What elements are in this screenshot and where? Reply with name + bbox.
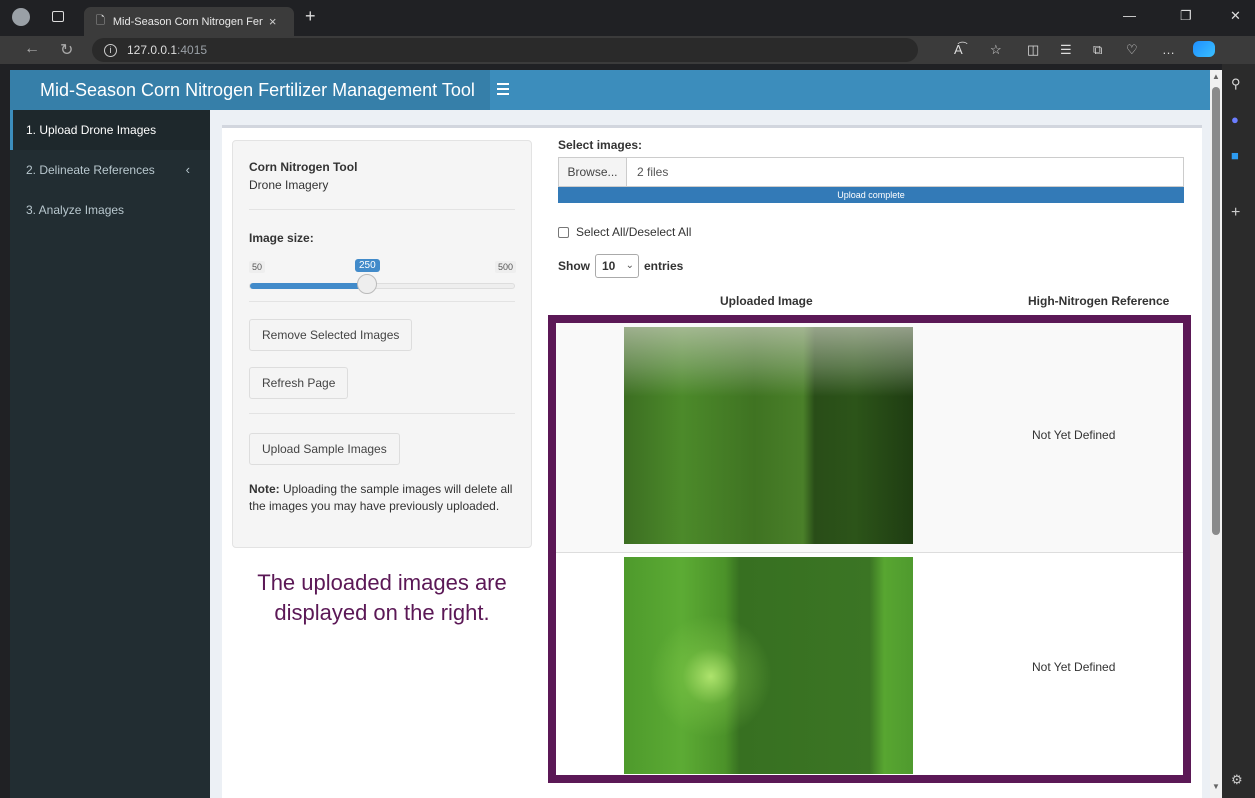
slider-handle[interactable] [357, 274, 378, 294]
browser-tab[interactable]: 🗋 Mid-Season Corn Nitrogen Fertili × [84, 7, 294, 36]
scroll-down-icon[interactable]: ▼ [1212, 782, 1220, 791]
scroll-up-icon[interactable]: ▲ [1212, 72, 1220, 81]
more-menu-icon[interactable]: … [1162, 42, 1175, 57]
uploaded-drone-image[interactable] [624, 327, 913, 544]
upload-sample-images-button[interactable]: Upload Sample Images [249, 433, 400, 465]
show-label: Show [558, 259, 590, 273]
chevron-down-icon: ⌄ [625, 260, 634, 271]
table-row[interactable]: Not Yet Defined [556, 553, 1183, 783]
tab-title: Mid-Season Corn Nitrogen Fertili [112, 15, 263, 28]
copilot-side-icon[interactable]: ● [1231, 112, 1239, 127]
settings-gear-icon[interactable]: ⚙ [1231, 772, 1243, 788]
slider-fill [250, 283, 369, 289]
upload-progress-bar: Upload complete [558, 187, 1184, 203]
panel-subtitle: Drone Imagery [249, 178, 329, 192]
app-title[interactable]: Mid-Season Corn Nitrogen Fertilizer Mana… [10, 70, 490, 110]
reload-icon[interactable]: ↻ [60, 40, 73, 60]
entries-label: entries [644, 259, 684, 273]
refresh-page-button[interactable]: Refresh Page [249, 367, 349, 399]
app-header: Mid-Season Corn Nitrogen Fertilizer Mana… [10, 70, 1210, 110]
health-icon[interactable]: ♡ [1126, 42, 1138, 58]
scrollbar-thumb[interactable] [1212, 87, 1220, 535]
table-row[interactable]: Not Yet Defined [556, 323, 1183, 552]
browser-tab-bar: 🗋 Mid-Season Corn Nitrogen Fertili × + —… [0, 0, 1255, 36]
slider-min-label: 50 [249, 261, 266, 273]
collections-icon[interactable]: ⧉ [1093, 42, 1102, 58]
file-input[interactable]: Browse... 2 files [558, 157, 1184, 187]
outlook-icon[interactable]: ■ [1231, 148, 1239, 163]
slider-max-label: 500 [495, 261, 517, 273]
column-header-uploaded-image[interactable]: Uploaded Image [720, 294, 813, 308]
site-info-icon[interactable]: i [104, 43, 117, 57]
highlighted-image-table: Not Yet Defined Not Yet Defined [548, 315, 1191, 783]
chevron-left-icon: ‹ [185, 162, 190, 177]
image-size-label: Image size: [249, 231, 314, 245]
sidebar-item-label: 3. Analyze Images [26, 203, 125, 217]
reference-status: Not Yet Defined [1032, 660, 1116, 674]
split-screen-icon[interactable]: ◫ [1027, 42, 1039, 58]
minimize-button[interactable]: — [1123, 8, 1136, 23]
browser-toolbar: ← ↻ i 127.0.0.1:4015 A͡ ☆ ◫ ☰ ⧉ ♡ … [0, 36, 1255, 64]
sidebar-item-delineate-references[interactable]: 2. Delineate References ‹ [10, 150, 210, 190]
edge-side-panel: ⚲ ● ■ + ⚙ [1222, 64, 1255, 798]
back-arrow-icon[interactable]: ← [24, 40, 40, 58]
select-all-label: Select All/Deselect All [576, 225, 692, 239]
note-text: Note: Uploading the sample images will d… [249, 481, 515, 515]
page-scrollbar[interactable]: ▲ ▼ [1210, 70, 1222, 798]
annotation-caption: The uploaded images are displayed on the… [257, 570, 507, 625]
image-table-panel: Select images: Browse... 2 files Upload … [548, 128, 1198, 798]
entries-select[interactable]: 10 ⌄ [595, 254, 639, 278]
url-host: 127.0.0.1 [127, 43, 178, 57]
entries-length-control: Show 10 ⌄ entries [558, 254, 683, 278]
sidebar-item-label: 1. Upload Drone Images [26, 123, 157, 137]
note-label: Note: [249, 482, 280, 496]
control-panel: Corn Nitrogen Tool Drone Imagery Image s… [232, 140, 532, 548]
sidebar-toggle-icon[interactable] [497, 80, 515, 98]
uploaded-drone-image[interactable] [624, 557, 913, 774]
close-window-button[interactable]: ✕ [1230, 8, 1241, 24]
select-all-checkbox[interactable] [558, 226, 569, 238]
favorites-icon[interactable]: ☰ [1060, 42, 1072, 58]
remove-selected-images-button[interactable]: Remove Selected Images [249, 319, 413, 351]
slider-value-label: 250 [355, 259, 380, 272]
divider [249, 301, 515, 302]
reference-status: Not Yet Defined [1032, 428, 1116, 442]
note-body: Uploading the sample images will delete … [249, 482, 513, 513]
read-aloud-icon[interactable]: A͡ [954, 42, 963, 57]
page-icon: 🗋 [96, 15, 105, 27]
tab-actions-icon[interactable] [52, 11, 64, 22]
favorite-star-icon[interactable]: ☆ [990, 42, 1002, 58]
sidebar-item-label: 2. Delineate References [26, 163, 155, 177]
url-port: :4015 [177, 43, 208, 57]
web-page: Mid-Season Corn Nitrogen Fertilizer Mana… [10, 70, 1210, 798]
sidebar-item-analyze-images[interactable]: 3. Analyze Images [10, 190, 210, 230]
sidebar-item-upload-drone-images[interactable]: 1. Upload Drone Images [10, 110, 210, 150]
file-count: 2 files [637, 165, 669, 179]
restore-button[interactable]: ❐ [1180, 8, 1192, 24]
select-all-checkbox-row[interactable]: Select All/Deselect All [558, 225, 691, 239]
browse-button[interactable]: Browse... [559, 158, 627, 186]
tab-close-icon[interactable]: × [269, 14, 277, 29]
divider [249, 209, 515, 210]
main-content-box: Corn Nitrogen Tool Drone Imagery Image s… [222, 125, 1202, 798]
new-tab-button[interactable]: + [305, 6, 316, 27]
panel-title: Corn Nitrogen Tool [249, 160, 358, 174]
image-size-slider[interactable] [249, 283, 515, 289]
sidebar: 1. Upload Drone Images 2. Delineate Refe… [10, 110, 210, 798]
select-images-label: Select images: [558, 138, 643, 152]
profile-avatar[interactable] [12, 8, 30, 26]
address-bar[interactable]: i 127.0.0.1:4015 [92, 38, 918, 62]
entries-value: 10 [602, 259, 616, 273]
copilot-icon[interactable] [1193, 41, 1215, 57]
search-icon[interactable]: ⚲ [1231, 76, 1241, 92]
add-panel-icon[interactable]: + [1231, 204, 1240, 222]
column-header-high-nitrogen-reference[interactable]: High-Nitrogen Reference [1028, 294, 1169, 308]
divider [249, 413, 515, 414]
